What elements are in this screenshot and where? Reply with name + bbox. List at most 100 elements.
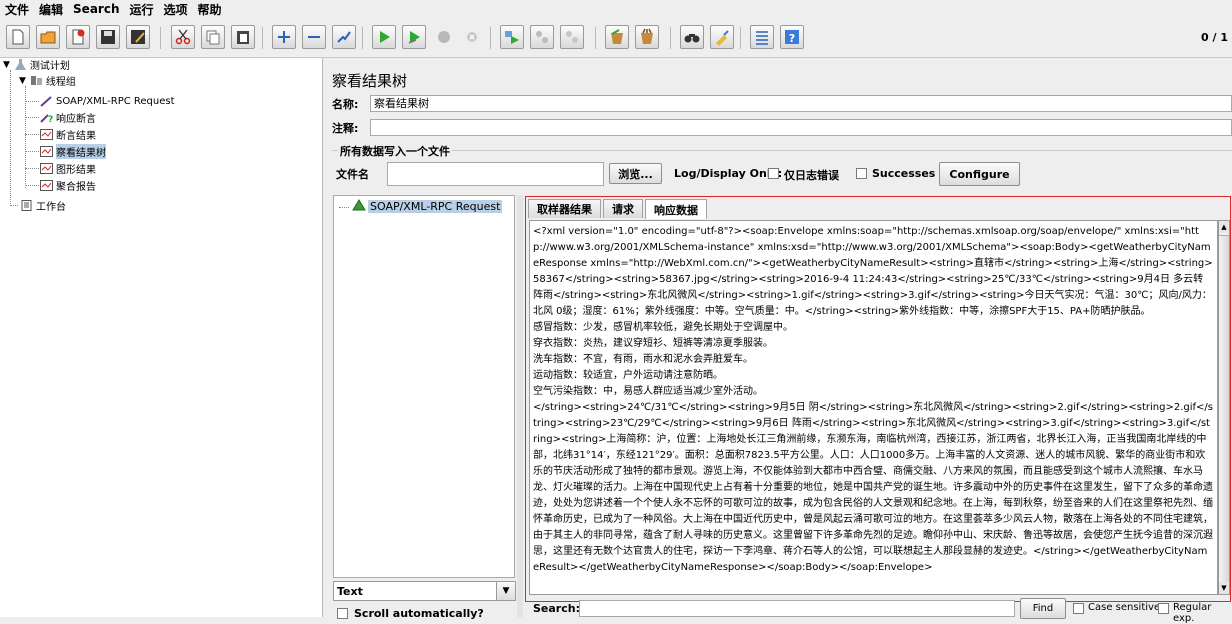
configure-button[interactable]: Configure: [939, 162, 1020, 186]
errors-only-checkbox[interactable]: [768, 168, 779, 179]
result-tabs: 取样器结果 请求 响应数据: [528, 199, 709, 219]
tree-node-soap-request[interactable]: SOAP/XML-RPC Request: [40, 95, 175, 108]
response-scrollbar[interactable]: ▲ ▼: [1218, 220, 1230, 595]
scroll-auto-checkbox[interactable]: [337, 608, 348, 619]
sample-results-tree[interactable]: SOAP/XML-RPC Request: [333, 195, 515, 578]
regular-exp-label: Regular exp.: [1173, 602, 1212, 624]
response-data-text[interactable]: <?xml version="1.0" encoding="utf-8"?><s…: [529, 220, 1218, 595]
comment-label: 注释:: [332, 121, 359, 135]
tree-node-assertion-results[interactable]: 断言结果: [40, 128, 96, 142]
scroll-thumb[interactable]: [1219, 235, 1229, 583]
tree-node-aggregate-report[interactable]: 聚合报告: [40, 179, 96, 193]
expand-toggle-icon[interactable]: ▼: [3, 60, 10, 70]
browse-button[interactable]: 浏览...: [609, 163, 662, 184]
menu-help[interactable]: 帮助: [193, 1, 227, 18]
open-icon[interactable]: [36, 25, 60, 49]
menu-run[interactable]: 运行: [124, 1, 158, 18]
thread-group-icon: [30, 75, 43, 86]
cut-icon[interactable]: [171, 25, 195, 49]
tree-label: 线程组: [45, 77, 76, 88]
sample-result-item[interactable]: SOAP/XML-RPC Request: [352, 199, 503, 214]
tree-label: 图形结果: [56, 165, 96, 176]
comment-field[interactable]: [370, 119, 1232, 136]
find-button[interactable]: Find: [1020, 598, 1066, 619]
successes-checkbox[interactable]: [856, 168, 867, 179]
successes-label: Successes: [872, 167, 936, 180]
function-helper-icon[interactable]: [750, 25, 774, 49]
save-as-icon[interactable]: [126, 25, 150, 49]
flask-icon: [14, 59, 27, 70]
stop-icon[interactable]: [432, 25, 456, 49]
remote-stop-icon[interactable]: [530, 25, 554, 49]
response-body: <?xml version="1.0" encoding="utf-8"?><s…: [533, 226, 1213, 573]
chevron-down-icon[interactable]: ▼: [496, 582, 515, 600]
tab-sampler-result[interactable]: 取样器结果: [528, 199, 601, 218]
name-field[interactable]: 察看结果树: [370, 95, 1232, 112]
tab-request[interactable]: 请求: [603, 199, 643, 218]
file-name-field[interactable]: [387, 162, 604, 186]
active-thread-counter: 0 / 1: [1201, 31, 1228, 44]
split-pane-divider[interactable]: [517, 195, 523, 617]
remote-start-icon[interactable]: [500, 25, 524, 49]
clear-icon[interactable]: [605, 25, 629, 49]
search-icon[interactable]: [680, 25, 704, 49]
start-icon[interactable]: [372, 25, 396, 49]
listener-icon: [40, 180, 53, 191]
case-sensitive-checkbox[interactable]: [1073, 603, 1084, 614]
remote-shutdown-icon[interactable]: [560, 25, 584, 49]
listener-icon: [40, 129, 53, 140]
case-sensitive-label: Case sensitive: [1088, 602, 1161, 613]
expand-toggle-icon[interactable]: ▼: [19, 76, 26, 86]
menu-edit[interactable]: 编辑: [34, 1, 68, 18]
page-title: 察看结果树: [332, 72, 408, 90]
tree-label: SOAP/XML-RPC Request: [56, 96, 175, 107]
paste-icon[interactable]: [231, 25, 255, 49]
tree-node-thread-group[interactable]: ▼ 线程组: [19, 74, 76, 89]
log-display-label: Log/Display Only:: [674, 167, 783, 180]
test-plan-tree[interactable]: ▼ 测试计划 ▼ 线程组 SOAP/XML-RPC Request ? 响应断言…: [0, 58, 323, 617]
templates-icon[interactable]: [66, 25, 90, 49]
menu-file[interactable]: 文件: [0, 1, 34, 18]
scroll-auto-label: Scroll automatically?: [354, 607, 484, 620]
tree-label: 测试计划: [29, 61, 70, 72]
help-icon[interactable]: ?: [780, 25, 804, 49]
menu-options[interactable]: 选项: [159, 1, 193, 18]
success-warning-icon: [352, 199, 366, 214]
copy-icon[interactable]: [201, 25, 225, 49]
search-bar: Search: Find Case sensitive Regular exp.: [523, 598, 1232, 624]
svg-text:?: ?: [789, 32, 795, 45]
toolbar: ? 0 / 1: [0, 19, 1232, 58]
collapse-icon[interactable]: [302, 25, 326, 49]
listener-icon: [40, 146, 53, 157]
clear-all-icon[interactable]: [635, 25, 659, 49]
scroll-up-icon[interactable]: ▲: [1219, 221, 1229, 233]
regular-exp-checkbox[interactable]: [1158, 603, 1169, 614]
tree-node-workbench[interactable]: 工作台: [20, 199, 66, 213]
tree-label: 断言结果: [56, 131, 96, 142]
shutdown-icon[interactable]: [460, 25, 484, 49]
tree-label: 察看结果树: [56, 144, 106, 159]
expand-icon[interactable]: [272, 25, 296, 49]
tab-response-data[interactable]: 响应数据: [645, 199, 707, 219]
tree-node-view-results-tree[interactable]: 察看结果树: [40, 144, 106, 159]
sample-label: SOAP/XML-RPC Request: [368, 200, 503, 213]
renderer-value: Text: [337, 585, 363, 598]
tree-node-graph-results[interactable]: 图形结果: [40, 162, 96, 176]
listener-icon: [40, 163, 53, 174]
new-icon[interactable]: [6, 25, 30, 49]
name-label: 名称:: [332, 97, 359, 111]
renderer-select[interactable]: Text ▼: [333, 581, 516, 601]
group-title: 所有数据写入一个文件: [338, 143, 452, 159]
menu-search[interactable]: Search: [68, 2, 124, 16]
scroll-down-icon[interactable]: ▼: [1219, 582, 1229, 594]
file-name-label: 文件名: [336, 168, 369, 181]
search-input[interactable]: [579, 600, 1015, 617]
save-icon[interactable]: [96, 25, 120, 49]
svg-text:?: ?: [48, 115, 53, 123]
tree-node-test-plan[interactable]: ▼ 测试计划: [3, 58, 70, 72]
tree-node-response-assertion[interactable]: ? 响应断言: [40, 111, 96, 125]
reset-search-icon[interactable]: [710, 25, 734, 49]
assertion-icon: ?: [40, 112, 53, 125]
toggle-icon[interactable]: [332, 25, 356, 49]
start-no-pause-icon[interactable]: [402, 25, 426, 49]
